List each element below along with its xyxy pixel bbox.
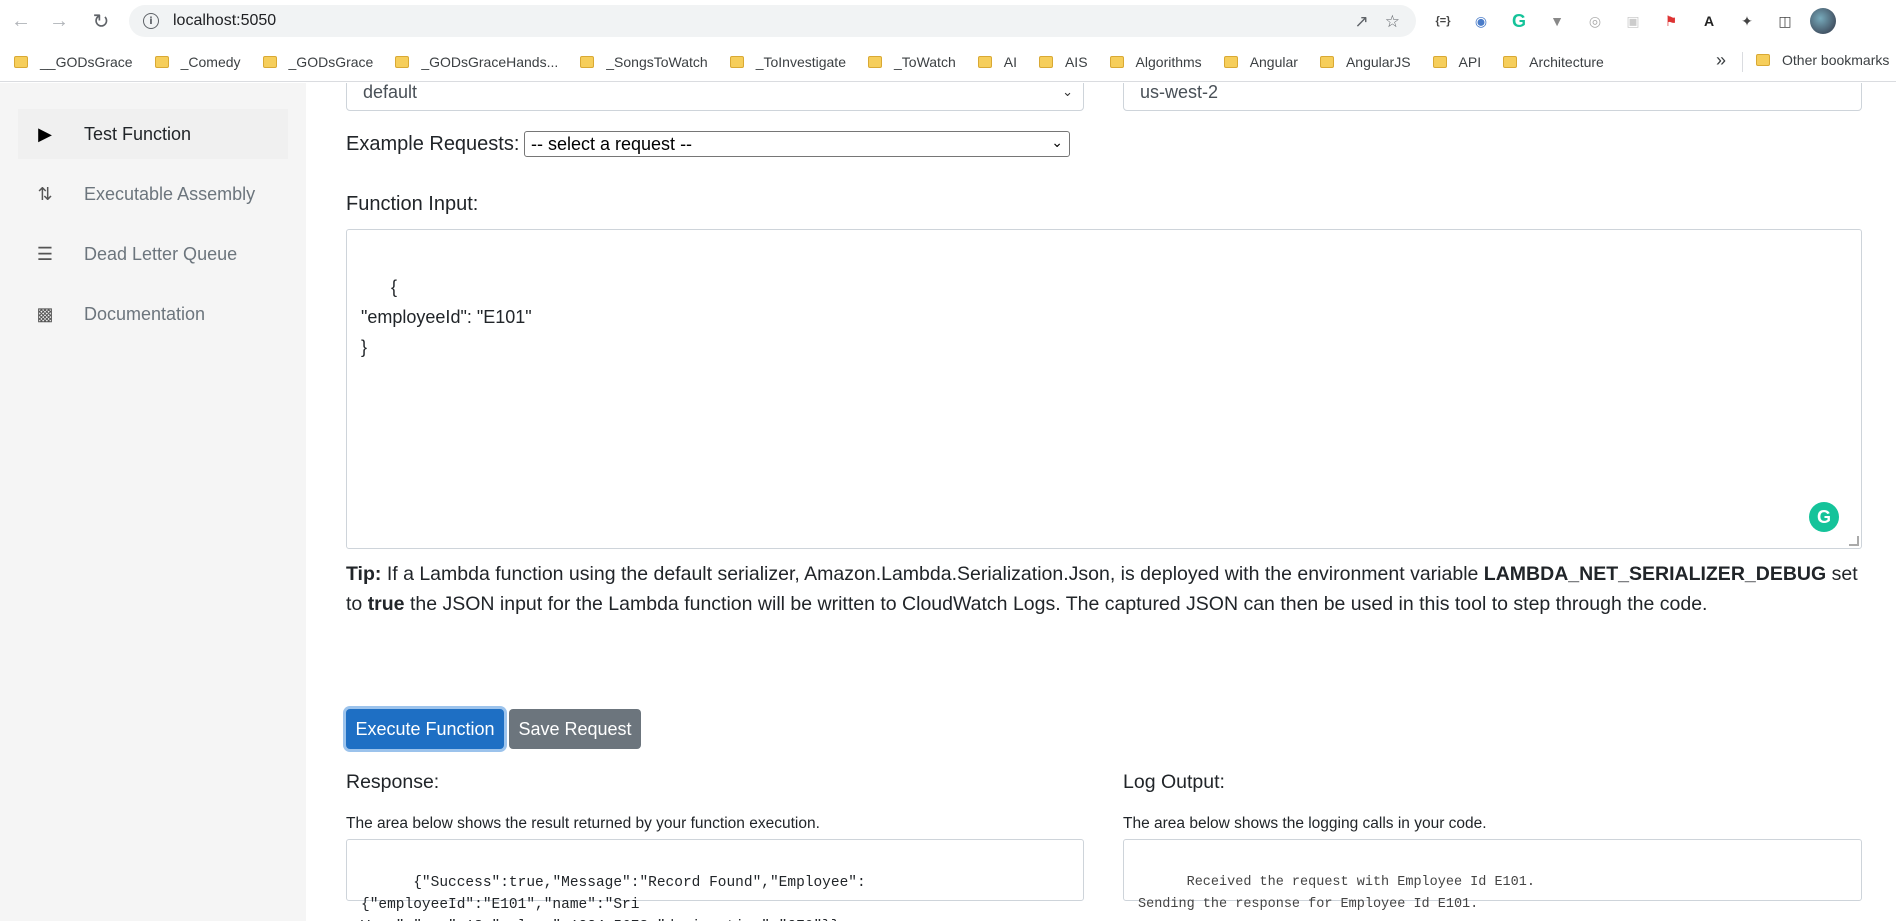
folder-icon <box>868 55 882 68</box>
bookmark-folder[interactable]: Angular <box>1223 54 1298 70</box>
side-panel-icon[interactable]: ◫ <box>1772 8 1798 34</box>
avatar[interactable] <box>1810 8 1836 34</box>
bookmark-folder[interactable]: _SongsToWatch <box>580 54 708 70</box>
browser-toolbar: ← → ↻ i localhost:5050 ↗ ☆ {=} ◉ G ▼ ◎ ▣… <box>0 0 1896 42</box>
sidebar-item-test-function[interactable]: ▶ Test Function <box>18 109 288 159</box>
vue-devtools-icon[interactable]: ▼ <box>1544 8 1570 34</box>
bookmark-folder[interactable]: Algorithms <box>1109 54 1202 70</box>
sidebar-item-documentation[interactable]: ▩ Documentation <box>18 289 288 339</box>
log-output-label: Log Output: <box>1123 771 1225 793</box>
folder-icon <box>1038 55 1053 68</box>
response-help: The area below shows the result returned… <box>346 815 820 832</box>
back-icon[interactable]: ← <box>6 6 36 36</box>
save-request-button[interactable]: Save Request <box>509 709 641 749</box>
chevron-down-icon: ⌄ <box>1062 84 1073 99</box>
folder-icon <box>1756 54 1770 66</box>
bookmark-folder[interactable]: AIS <box>1038 54 1088 70</box>
folder-icon <box>580 55 595 68</box>
grammarly-icon[interactable]: G <box>1506 8 1532 34</box>
bookmark-folder[interactable]: AI <box>977 54 1017 70</box>
play-icon: ▶ <box>38 123 52 144</box>
bookmark-folder[interactable]: _GODsGraceHands... <box>395 54 558 70</box>
sidebar-item-label: Documentation <box>84 303 206 324</box>
region-input[interactable]: us-west-2 <box>1123 83 1862 111</box>
extension-icon[interactable]: ▣ <box>1620 8 1646 34</box>
bookmark-folder[interactable]: Architecture <box>1503 54 1604 70</box>
function-input-textarea[interactable]: { "employeeId": "E101" } G <box>346 229 1862 549</box>
log-output-help: The area below shows the logging calls i… <box>1123 815 1487 832</box>
megaphone-icon[interactable]: ⚑ <box>1658 8 1684 34</box>
forward-icon[interactable]: → <box>44 6 74 36</box>
reload-icon[interactable]: ↻ <box>86 6 116 36</box>
folder-icon <box>395 55 410 68</box>
profile-select[interactable]: default ⌄ <box>346 83 1084 111</box>
grammarly-icon[interactable]: G <box>1809 502 1839 532</box>
tip-text: Tip: If a Lambda function using the defa… <box>346 563 1858 615</box>
folder-icon <box>729 55 744 68</box>
sidebar-item-label: Executable Assembly <box>84 183 256 204</box>
function-input-label: Function Input: <box>346 193 479 215</box>
folder-icon <box>977 55 992 68</box>
share-icon[interactable]: ↗ <box>1355 12 1369 32</box>
extension-icon[interactable]: ◎ <box>1582 8 1608 34</box>
sidebar-item-executable-assembly[interactable]: ⇅ Executable Assembly <box>18 169 288 219</box>
folder-icon <box>262 55 277 68</box>
clipboard-icon: ▩ <box>36 303 54 324</box>
response-label: Response: <box>346 771 440 793</box>
bookmark-folder[interactable]: API <box>1432 54 1481 70</box>
bookmark-folder[interactable]: __GODsGrace <box>14 54 133 70</box>
url-text: localhost:5050 <box>173 12 277 29</box>
folder-icon <box>1503 55 1518 68</box>
site-info-icon[interactable]: i <box>143 13 159 29</box>
execute-function-button[interactable]: Execute Function <box>346 709 504 749</box>
folder-icon <box>14 55 28 68</box>
chevron-down-icon: ⌄ <box>1051 134 1063 150</box>
example-requests-select[interactable]: -- select a request -- ⌄ <box>524 131 1070 157</box>
folder-icon <box>1109 55 1124 68</box>
divider <box>1742 52 1743 72</box>
folder-icon <box>154 55 169 68</box>
refresh-icon: ⇅ <box>37 183 53 204</box>
response-output[interactable]: {"Success":true,"Message":"Record Found"… <box>346 839 1084 921</box>
bookmark-folder[interactable]: _ToInvestigate <box>729 54 846 70</box>
address-bar[interactable]: i localhost:5050 ↗ ☆ <box>129 5 1416 37</box>
resize-handle-icon[interactable] <box>1849 536 1859 546</box>
bookmark-folder[interactable]: _ToWatch <box>868 54 956 70</box>
sidebar-item-dead-letter-queue[interactable]: ☰ Dead Letter Queue <box>18 229 288 279</box>
star-icon[interactable]: ☆ <box>1385 12 1400 32</box>
bookmarks-bar: __GODsGrace _Comedy _GODsGrace _GODsGrac… <box>0 42 1896 82</box>
folder-icon <box>1223 55 1238 68</box>
sidebar-item-label: Test Function <box>84 123 192 144</box>
angular-icon[interactable]: A <box>1696 8 1722 34</box>
function-input-text: { "employeeId": "E101" } <box>361 277 532 357</box>
list-icon: ☰ <box>36 243 54 264</box>
bookmark-folder[interactable]: AngularJS <box>1319 54 1411 70</box>
log-output[interactable]: Received the request with Employee Id E1… <box>1123 839 1862 912</box>
extension-icon[interactable]: ◉ <box>1468 8 1494 34</box>
folder-icon <box>1432 55 1447 68</box>
main-content: default ⌄ us-west-2 Example Requests: --… <box>346 83 1862 921</box>
bookmark-folder[interactable]: _Comedy <box>154 54 241 70</box>
sidebar-item-label: Dead Letter Queue <box>84 243 238 264</box>
puzzle-icon[interactable]: ✦ <box>1734 8 1760 34</box>
page: ▶ Test Function ⇅ Executable Assembly ☰ … <box>0 83 1896 921</box>
other-bookmarks[interactable]: Other bookmarks <box>1756 52 1889 68</box>
sidebar: ▶ Test Function ⇅ Executable Assembly ☰ … <box>0 83 306 921</box>
json-extension-icon[interactable]: {=} <box>1430 8 1456 34</box>
more-bookmarks-icon[interactable]: » <box>1716 50 1726 71</box>
example-requests-label: Example Requests: <box>346 133 520 155</box>
folder-icon <box>1319 55 1334 68</box>
bookmark-folder[interactable]: _GODsGrace <box>262 54 373 70</box>
